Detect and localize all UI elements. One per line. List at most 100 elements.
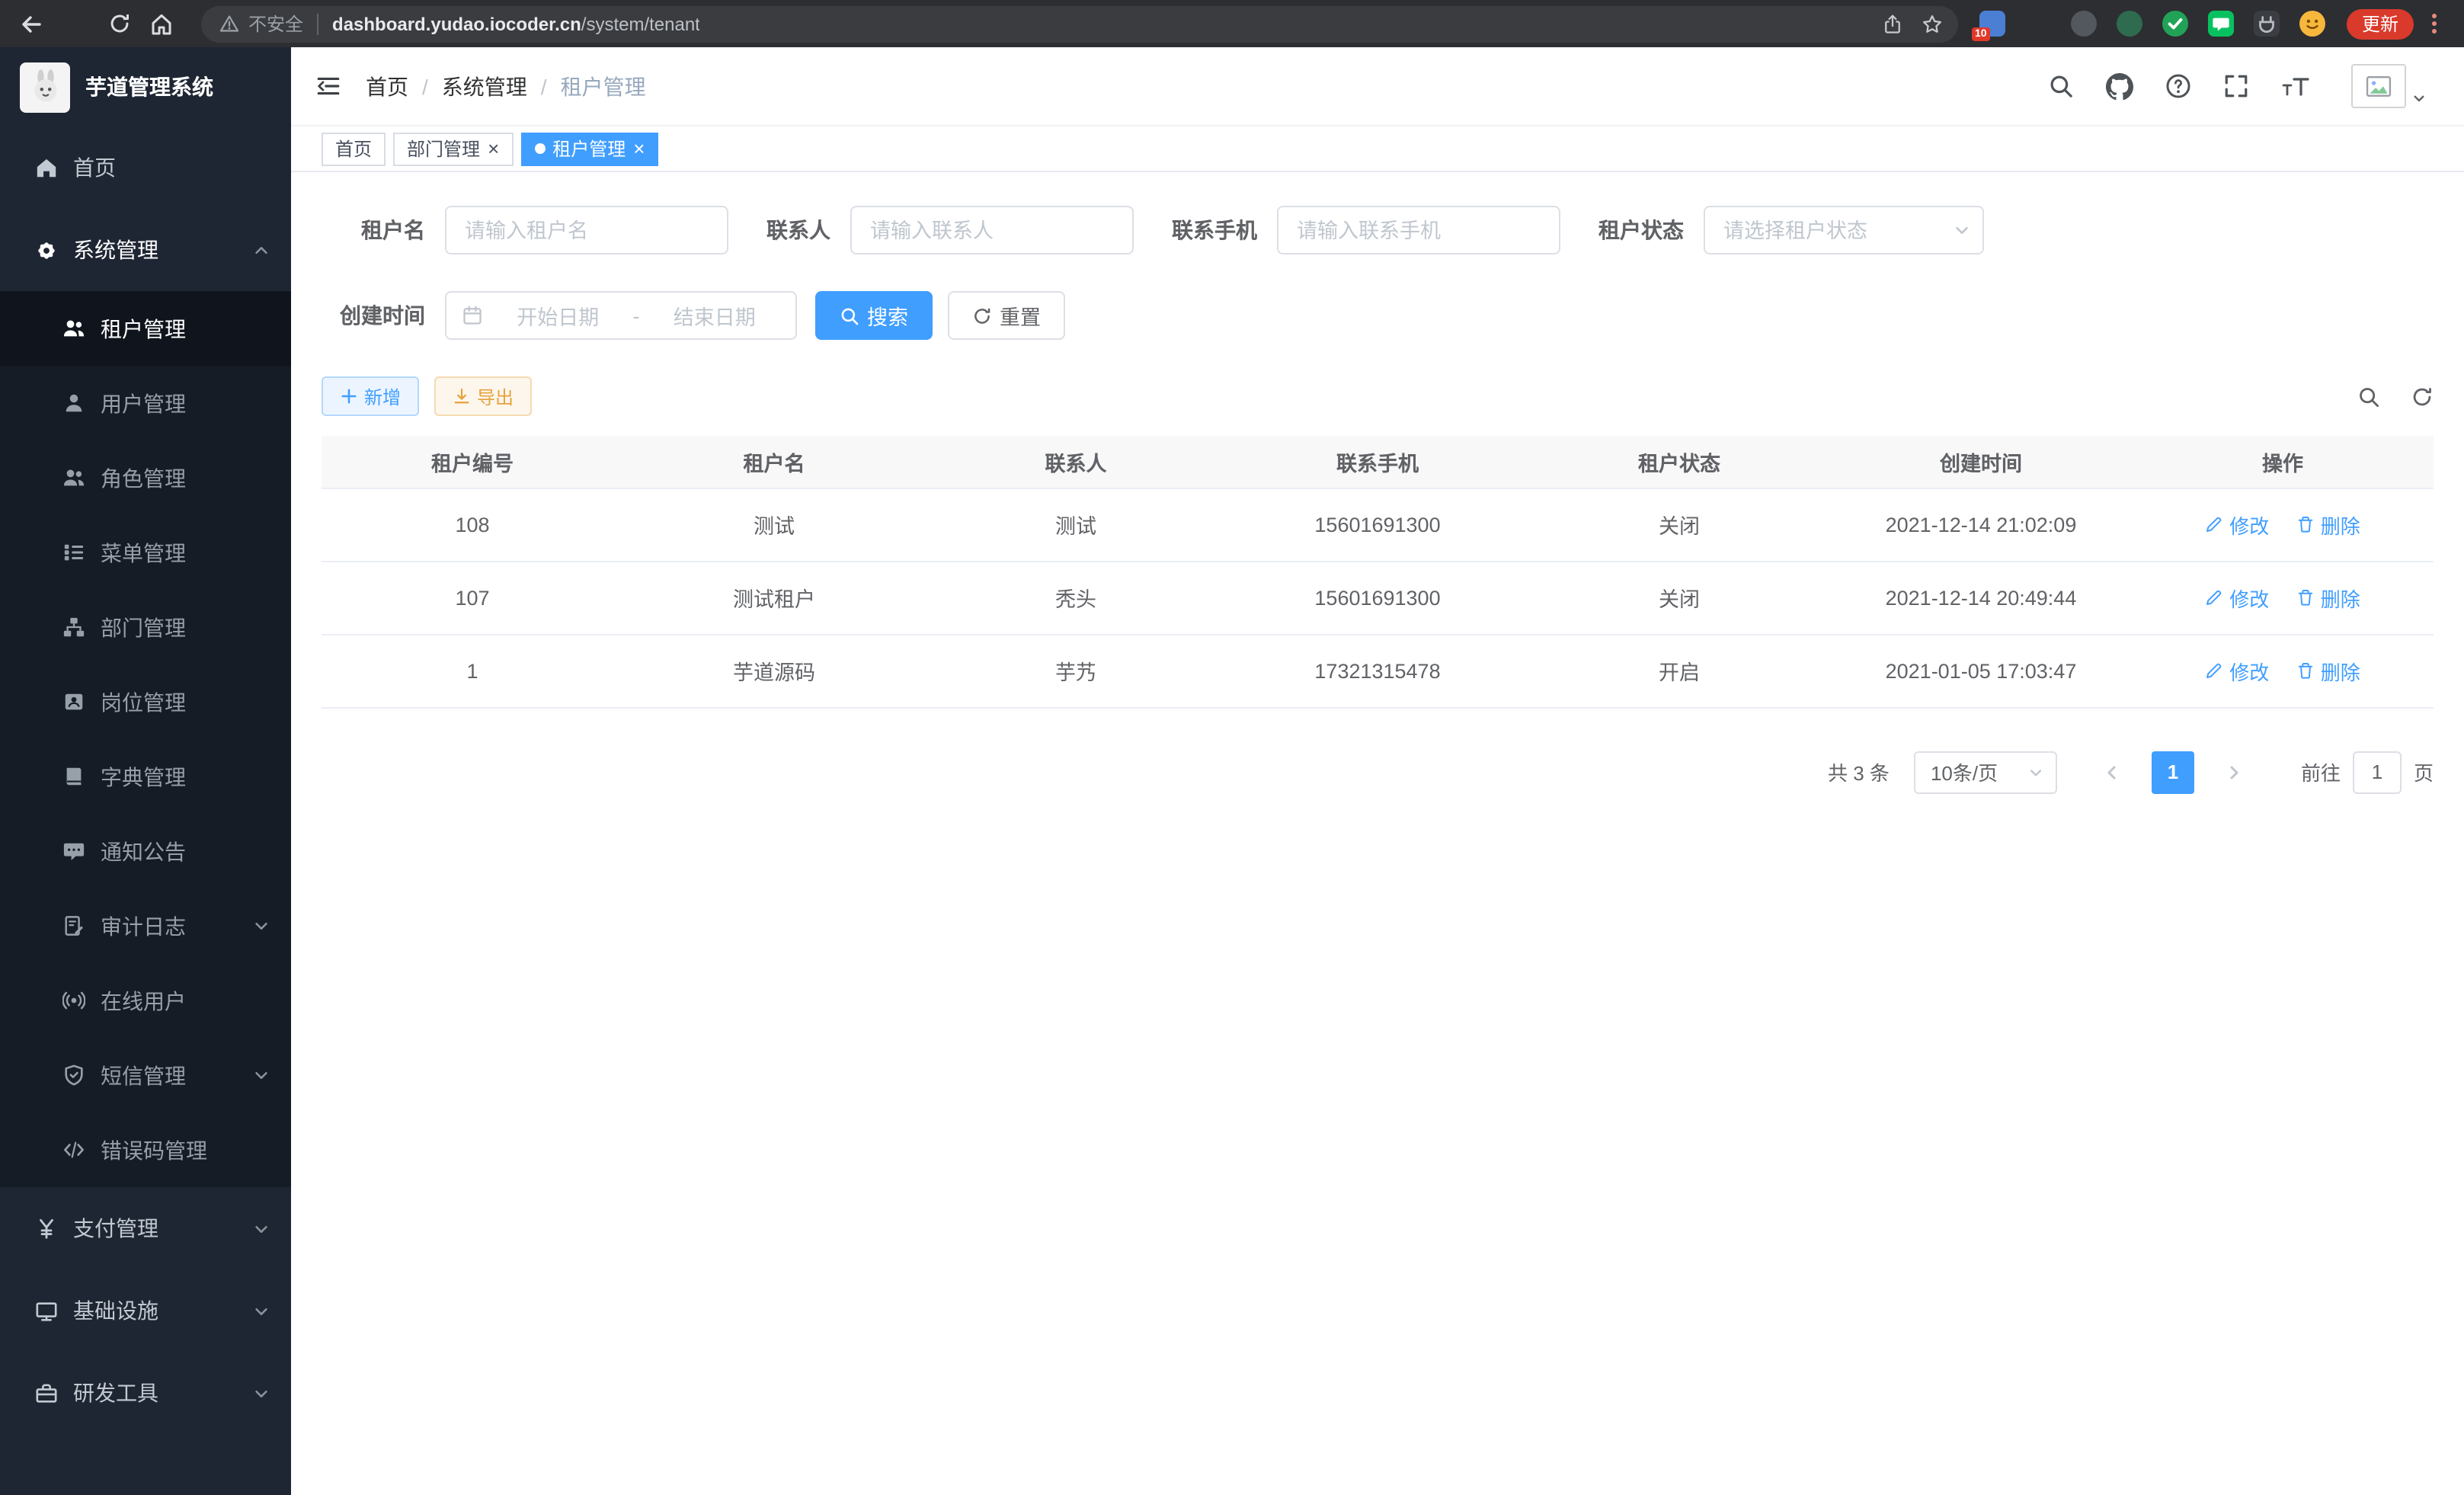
- rabbit-logo-icon: [25, 67, 65, 107]
- sidebar-item-label: 通知公告: [101, 836, 186, 866]
- sidebar-fold-button[interactable]: [315, 73, 341, 99]
- sidebar-item-payment[interactable]: 支付管理: [0, 1187, 291, 1269]
- sidebar-item-home[interactable]: 首页: [0, 126, 291, 209]
- delete-link[interactable]: 删除: [2296, 583, 2360, 612]
- font-size-button[interactable]: [2281, 74, 2310, 98]
- sidebar-item-label: 租户管理: [101, 313, 186, 344]
- browser-back-button[interactable]: [9, 4, 52, 43]
- status-select[interactable]: [1704, 206, 1984, 255]
- page-number-1[interactable]: 1: [2152, 751, 2194, 793]
- tab-home[interactable]: 首页: [322, 132, 386, 165]
- share-button[interactable]: [1873, 4, 1912, 43]
- edit-link[interactable]: 修改: [2205, 583, 2269, 612]
- reset-button[interactable]: 重置: [948, 291, 1065, 340]
- edit-link[interactable]: 修改: [2205, 510, 2269, 539]
- extension-icon-gray[interactable]: [2071, 11, 2097, 37]
- search-icon: [840, 306, 859, 325]
- sidebar-item-infra[interactable]: 基础设施: [0, 1269, 291, 1352]
- extension-icon-wechat[interactable]: [2208, 11, 2234, 37]
- sidebar-logo[interactable]: 芋道管理系统: [0, 47, 291, 126]
- address-bar[interactable]: 不安全 dashboard.yudao.iocoder.cn/system/te…: [201, 5, 1958, 42]
- tenant-name-input[interactable]: [445, 206, 728, 255]
- sidebar-item-post[interactable]: 岗位管理: [0, 664, 291, 739]
- sidebar-item-dept[interactable]: 部门管理: [0, 590, 291, 664]
- extension-icon-diamond[interactable]: [2025, 11, 2051, 37]
- signal-icon: [61, 989, 85, 1012]
- tags-view: 首页 部门管理× 租户管理 ×: [291, 126, 2464, 172]
- delete-link[interactable]: 删除: [2296, 656, 2360, 685]
- sidebar-item-dict[interactable]: 字典管理: [0, 739, 291, 814]
- refresh-table-button[interactable]: [2411, 385, 2434, 408]
- sidebar-item-devtools[interactable]: 研发工具: [0, 1352, 291, 1434]
- sidebar-item-online-user[interactable]: 在线用户: [0, 963, 291, 1038]
- header-search-button[interactable]: [2048, 73, 2074, 99]
- edit-label: 修改: [2229, 583, 2269, 612]
- browser-update-button[interactable]: 更新: [2347, 8, 2414, 39]
- extension-icon-badged[interactable]: 10: [1979, 11, 2005, 37]
- trash-icon: [2296, 661, 2315, 680]
- delete-label: 删除: [2321, 583, 2360, 612]
- extension-icon-green-check[interactable]: [2162, 11, 2188, 37]
- extension-icon-emoji[interactable]: [2299, 11, 2325, 37]
- sidebar-item-notice[interactable]: 通知公告: [0, 814, 291, 888]
- browser-menu-button[interactable]: [2420, 8, 2449, 40]
- export-button[interactable]: 导出: [434, 376, 532, 416]
- edit-link[interactable]: 修改: [2205, 656, 2269, 685]
- sidebar-item-role[interactable]: 角色管理: [0, 440, 291, 515]
- help-button[interactable]: [2165, 73, 2191, 99]
- browser-home-button[interactable]: [140, 4, 183, 43]
- col-created: 创建时间: [1830, 436, 2132, 488]
- col-tenant-name: 租户名: [623, 436, 925, 488]
- phone-input[interactable]: [1277, 206, 1560, 255]
- sidebar-item-label: 研发工具: [73, 1378, 158, 1408]
- user-menu[interactable]: [2351, 64, 2426, 108]
- col-status: 租户状态: [1528, 436, 1830, 488]
- sidebar-item-user[interactable]: 用户管理: [0, 366, 291, 440]
- contact-input[interactable]: [850, 206, 1134, 255]
- page-size-select[interactable]: 10条/页: [1914, 751, 2057, 793]
- extension-icon-plug[interactable]: [2254, 11, 2280, 37]
- add-button[interactable]: 新增: [322, 376, 419, 416]
- logo-image: [20, 62, 70, 112]
- sidebar-item-system[interactable]: 系统管理: [0, 209, 291, 291]
- delete-link[interactable]: 删除: [2296, 510, 2360, 539]
- sidebar-item-audit-log[interactable]: 审计日志: [0, 888, 291, 963]
- status-label: 租户状态: [1598, 215, 1684, 245]
- cell-status: 关闭: [1528, 488, 1830, 561]
- tab-dept[interactable]: 部门管理×: [393, 132, 513, 165]
- prev-page-button[interactable]: [2091, 751, 2133, 793]
- github-button[interactable]: [2106, 72, 2133, 100]
- status-select-input[interactable]: [1704, 206, 1984, 255]
- close-icon[interactable]: ×: [488, 139, 499, 158]
- edit-icon: [2205, 661, 2223, 680]
- system-submenu: 租户管理 用户管理 角色管理 菜单管理: [0, 291, 291, 1187]
- bookmark-button[interactable]: [1912, 4, 1952, 43]
- close-icon[interactable]: ×: [633, 139, 645, 158]
- sidebar-item-sms[interactable]: 短信管理: [0, 1038, 291, 1112]
- toggle-search-button[interactable]: [2357, 385, 2380, 408]
- security-label: 不安全: [248, 11, 303, 37]
- search-button[interactable]: 搜索: [815, 291, 933, 340]
- sidebar-item-tenant[interactable]: 租户管理: [0, 291, 291, 366]
- field-create-time: 创建时间 开始日期 - 结束日期: [322, 291, 797, 340]
- viewport: 不安全 dashboard.yudao.iocoder.cn/system/te…: [0, 0, 2464, 1495]
- sidebar-item-label: 错误码管理: [101, 1135, 207, 1165]
- calendar-icon: [462, 305, 483, 326]
- next-page-button[interactable]: [2213, 751, 2255, 793]
- sidebar-item-error-code[interactable]: 错误码管理: [0, 1112, 291, 1187]
- extension-icon-darkgreen[interactable]: [2117, 11, 2142, 37]
- browser-reload-button[interactable]: [98, 4, 140, 43]
- user-icon: [61, 392, 85, 415]
- tab-label: 租户管理: [552, 136, 626, 162]
- breadcrumb-home[interactable]: 首页: [366, 71, 408, 101]
- plus-icon: [340, 387, 358, 405]
- sidebar-item-menu[interactable]: 菜单管理: [0, 515, 291, 590]
- sidebar-item-label: 菜单管理: [101, 537, 186, 568]
- fullscreen-button[interactable]: [2223, 73, 2249, 99]
- goto-page-input[interactable]: [2353, 751, 2402, 793]
- tab-tenant[interactable]: 租户管理 ×: [520, 132, 658, 165]
- main-area: 首页 / 系统管理 / 租户管理: [291, 47, 2464, 1495]
- sidebar-item-label: 用户管理: [101, 388, 186, 418]
- breadcrumb-system[interactable]: 系统管理: [442, 71, 527, 101]
- date-range-picker[interactable]: 开始日期 - 结束日期: [445, 291, 797, 340]
